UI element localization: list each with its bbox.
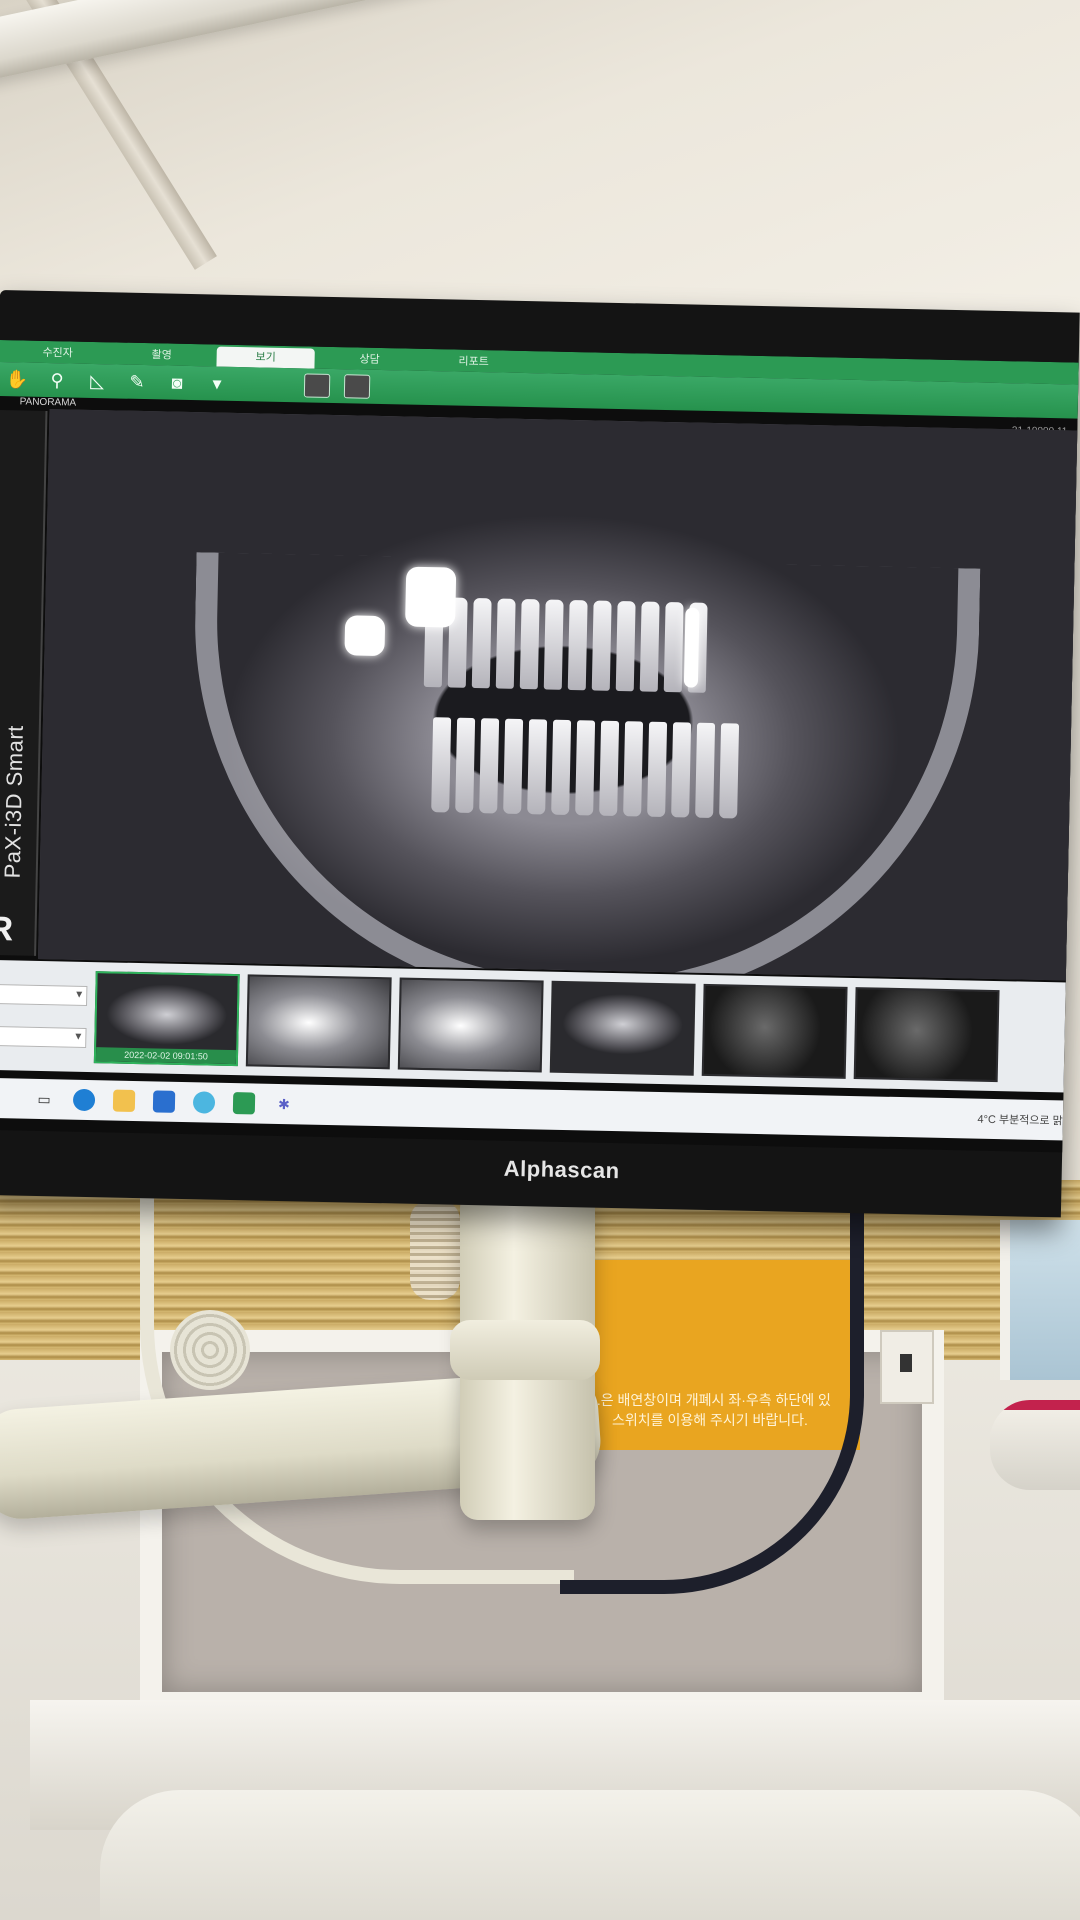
tab-patient[interactable]: 수진자 (8, 342, 106, 364)
upper-teeth (423, 596, 708, 693)
tab-capture[interactable]: 촬영 (112, 344, 210, 366)
dropdown-icon[interactable]: ▾ (204, 371, 230, 396)
dental-crown (344, 615, 386, 657)
dental-implant (683, 607, 700, 688)
dental-crown (405, 566, 457, 628)
thumbnail-implant[interactable] (397, 977, 544, 1073)
portrait-icon[interactable] (343, 374, 371, 399)
ceiling (0, 0, 1080, 330)
cable-coil (170, 1310, 250, 1390)
wall-switch (880, 1330, 934, 1404)
edge-icon[interactable] (72, 1088, 96, 1112)
app-icon[interactable] (232, 1092, 256, 1115)
panoramic-xray-image[interactable] (37, 409, 1079, 981)
spiral-cord (410, 1200, 460, 1300)
weather-widget[interactable]: 4°C 부분적으로 맑음 (977, 1111, 1073, 1129)
camera-icon[interactable]: ◙ (164, 370, 190, 395)
folder-icon[interactable] (112, 1089, 136, 1113)
tab-consult[interactable]: 상담 (320, 349, 418, 371)
dental-chair (100, 1790, 1080, 1920)
mail-icon[interactable] (152, 1090, 176, 1113)
photo-scene: ...은 배연창이며 개폐시 좌·우측 하단에 있 스위치를 이용해 주시기 바… (0, 0, 1080, 1920)
lower-teeth (431, 717, 740, 819)
thumbnail-panorama[interactable]: 2022-02-02 09:01:50 (93, 971, 240, 1067)
mode-label: PANORAMA (19, 396, 77, 409)
dental-fixture (990, 1400, 1080, 1490)
thumbnail-periapical[interactable] (245, 974, 392, 1070)
monitor-brand-logo: Alphascan (503, 1155, 620, 1184)
thumbnail-ct-slices[interactable] (701, 983, 848, 1079)
thumbnail-strip: 2022-02-02 09:01:50 (0, 959, 1072, 1093)
measure-icon[interactable]: ◺ (84, 369, 110, 394)
thumbnail-panorama-2[interactable] (549, 980, 696, 1076)
side-marker: R (0, 909, 14, 949)
browser-icon[interactable] (192, 1091, 216, 1114)
teams-icon[interactable]: ✱ (273, 1093, 295, 1115)
pen-icon[interactable]: ✎ (124, 370, 150, 395)
thumbnail-3d[interactable] (853, 987, 1000, 1083)
filter-select-1[interactable] (0, 983, 88, 1006)
filter-select-2[interactable] (0, 1025, 87, 1048)
thumbnail-date: 2022-02-02 09:01:50 (95, 1047, 237, 1065)
task-view-icon[interactable]: ▭ (33, 1088, 55, 1110)
magnifier-icon[interactable]: ⚲ (44, 368, 70, 393)
filter-panel (0, 983, 88, 1048)
device-label: PaX-i3D Smart (0, 724, 28, 879)
image-icon[interactable] (303, 373, 331, 398)
side-window (1000, 1220, 1080, 1380)
tab-view[interactable]: 보기 (216, 346, 315, 369)
tab-report[interactable]: 리포트 (424, 351, 522, 373)
monitor: 수진자 촬영 보기 상담 리포트 ✋ ⚲ ◺ ✎ ◙ ▾ PANORAMA 21… (0, 290, 1080, 1218)
monitor-screen: 수진자 촬영 보기 상담 리포트 ✋ ⚲ ◺ ✎ ◙ ▾ PANORAMA 21… (0, 339, 1079, 1153)
hand-icon[interactable]: ✋ (4, 367, 30, 392)
